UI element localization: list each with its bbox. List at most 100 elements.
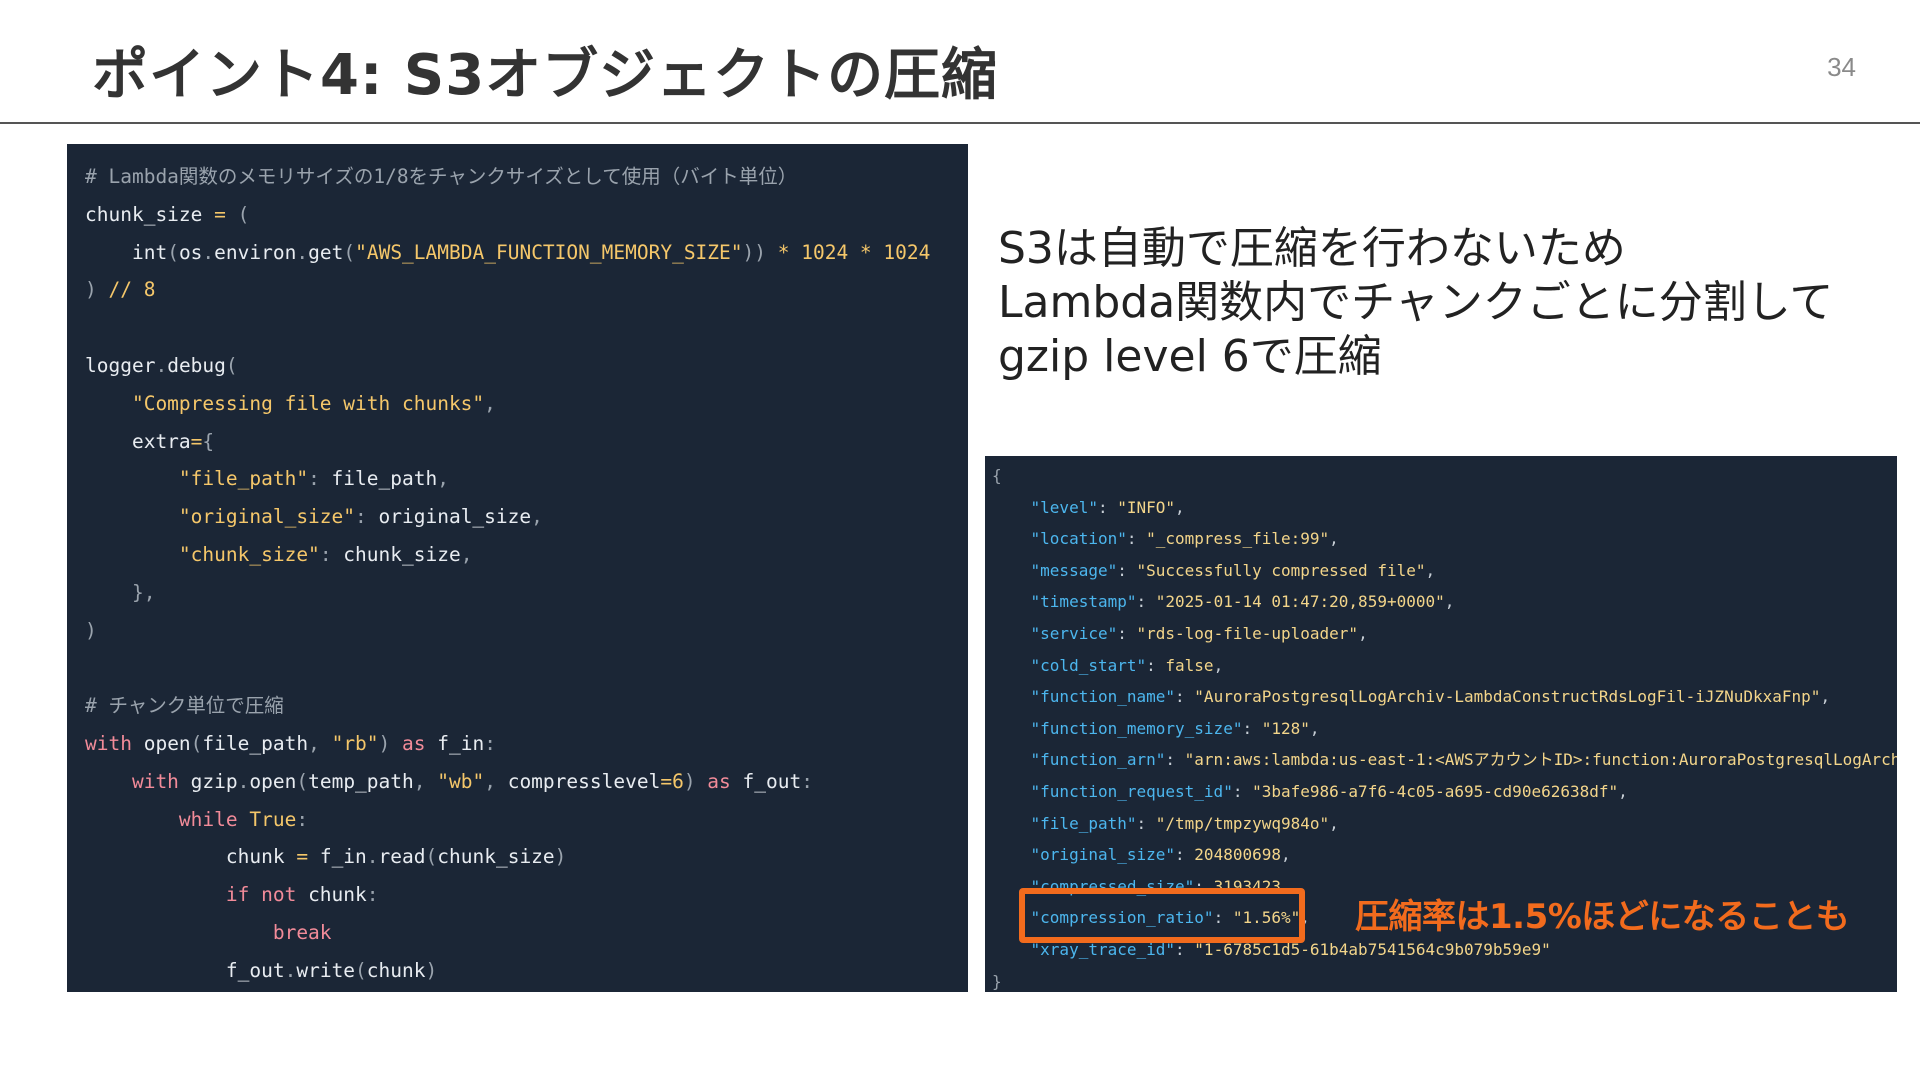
code-token: "original_size": [85, 505, 356, 529]
code-token: while: [85, 807, 238, 831]
log-line: "cold_start": false,: [992, 650, 1897, 682]
code-token: chunk_size: [85, 202, 203, 226]
code-token: # チャンク単位で圧縮: [85, 694, 284, 718]
code-token: environ: [214, 240, 297, 264]
code-token: original_size: [378, 505, 532, 529]
code-token: ,: [308, 731, 332, 755]
log-colon: :: [1165, 750, 1185, 770]
log-value: 204800698: [1194, 845, 1281, 865]
log-close-brace: }: [992, 971, 1002, 991]
code-token: (: [296, 769, 309, 793]
code-token: (: [355, 958, 367, 982]
log-key: "location": [1030, 529, 1127, 549]
log-colon: :: [1117, 623, 1137, 643]
log-comma: ,: [1444, 592, 1455, 612]
log-open-brace: {: [992, 466, 1002, 485]
code-token: :: [296, 807, 309, 831]
code-token: get: [308, 240, 344, 264]
code-token: ,: [460, 542, 473, 566]
code-token: // 8: [108, 278, 156, 302]
callout-text: 圧縮率は1.5%ほどになることも: [1355, 897, 1850, 937]
log-value: "rds-log-file-uploader": [1136, 623, 1359, 643]
log-line: "function_name": "AuroraPostgresqlLogArc…: [992, 681, 1897, 713]
code-token: .: [366, 845, 379, 869]
log-line: "message": "Successfully compressed file…: [992, 555, 1897, 587]
code-token: f_in: [425, 731, 485, 755]
log-line: "function_arn": "arn:aws:lambda:us-east-…: [992, 744, 1897, 776]
log-value: "/tmp/tmpzywq984o": [1155, 813, 1330, 833]
code-token: =: [284, 845, 320, 869]
code-token: open: [131, 731, 191, 755]
code-line: },: [85, 574, 968, 612]
log-colon: :: [1146, 655, 1166, 675]
code-token: "Compressing file with chunks": [85, 391, 485, 415]
code-token: if not: [85, 883, 297, 907]
code-line: chunk = f_in.read(chunk_size): [85, 838, 968, 876]
slide-title: ポイント4: S3オブジェクトの圧縮: [92, 43, 999, 108]
log-comma: ,: [1329, 813, 1339, 833]
log-value: "AuroraPostgresqlLogArchiv-LambdaConstru…: [1194, 687, 1821, 707]
compression-ratio-highlight: [1019, 888, 1305, 943]
log-comma: ,: [1175, 497, 1185, 517]
code-token: (: [425, 845, 438, 869]
code-token: gzip: [178, 769, 238, 793]
log-comma: ,: [1309, 718, 1320, 738]
code-line: int(os.environ.get("AWS_LAMBDA_FUNCTION_…: [85, 234, 968, 272]
code-token: (: [225, 353, 238, 377]
code-token: break: [85, 920, 332, 944]
code-line: ): [85, 612, 968, 650]
code-token: :: [319, 542, 344, 566]
code-token: (: [190, 731, 203, 755]
code-line: "chunk_size": chunk_size,: [85, 536, 968, 574]
log-line: "timestamp": "2025-01-14 01:47:20,859+00…: [992, 586, 1897, 618]
code-token: :: [355, 505, 379, 529]
code-line: f_out.write(chunk): [85, 952, 968, 990]
code-token: ,: [437, 467, 449, 491]
code-token: (: [237, 202, 250, 226]
log-line: "level": "INFO",: [992, 492, 1897, 524]
log-comma: ,: [1618, 781, 1628, 801]
log-comma: ,: [1329, 529, 1339, 549]
code-token: logger: [85, 353, 156, 377]
log-key: "function_name": [1030, 687, 1176, 707]
log-line: "file_path": "/tmp/tmpzywq984o",: [992, 808, 1897, 840]
code-token: with: [85, 731, 132, 755]
log-value: "INFO": [1117, 497, 1176, 517]
log-key: "file_path": [1030, 813, 1137, 833]
code-token: "file_path": [85, 467, 309, 491]
code-line: extra={: [85, 423, 968, 461]
description-line: Lambda関数内でチャンクごとに分割して: [998, 277, 1834, 328]
code-token: ): [683, 769, 708, 793]
code-token: .: [202, 240, 215, 264]
log-colon: :: [1117, 560, 1137, 580]
code-token: file_path: [202, 731, 309, 755]
log-comma: ,: [1358, 623, 1368, 643]
code-line: with gzip.open(temp_path, "wb", compress…: [85, 763, 968, 801]
log-value: "_compress_file:99": [1146, 529, 1330, 549]
code-token: "chunk_size": [85, 542, 320, 566]
log-line: {: [992, 460, 1897, 492]
code-line: "Compressing file with chunks",: [85, 385, 968, 423]
log-value: "arn:aws:lambda:us-east-1:<AWSアカウントID>:f…: [1184, 750, 1897, 770]
log-line: "location": "_compress_file:99",: [992, 523, 1897, 555]
code-token: True: [237, 807, 297, 831]
log-colon: :: [1126, 529, 1147, 549]
log-line: }: [992, 966, 1897, 993]
code-token: ): [85, 278, 109, 302]
code-token: "wb": [437, 769, 485, 793]
log-colon: :: [1175, 845, 1195, 865]
code-token: chunk_size: [343, 542, 461, 566]
code-token: ): [425, 958, 438, 982]
code-token: read: [378, 845, 426, 869]
description-line: S3は自動で圧縮を行わないため: [998, 223, 1626, 274]
code-token: {: [202, 429, 215, 453]
code-token: :: [484, 731, 496, 755]
description-line: gzip level 6で圧縮: [998, 331, 1382, 382]
page-number: 34: [1827, 52, 1856, 82]
code-token: extra: [85, 429, 191, 453]
code-token: =6: [660, 769, 684, 793]
log-comma: ,: [1281, 845, 1291, 865]
code-token: )): [742, 240, 778, 264]
log-line: "function_request_id": "3bafe986-a7f6-4c…: [992, 776, 1897, 808]
code-token: .: [237, 769, 250, 793]
